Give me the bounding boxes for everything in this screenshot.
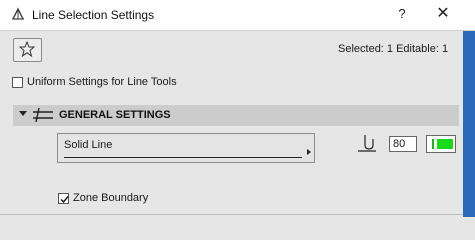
pen-color-swatch: [437, 139, 453, 149]
pen-number-field[interactable]: 80: [389, 136, 417, 152]
chevron-right-icon: [307, 149, 311, 155]
divider: [0, 214, 463, 215]
check-icon: [60, 195, 69, 203]
accent-strip: [463, 31, 475, 217]
app-logo-icon: [10, 7, 26, 23]
favorites-button[interactable]: [13, 38, 42, 62]
uniform-settings-checkbox[interactable]: [12, 76, 23, 88]
collapse-arrow-icon[interactable]: [19, 111, 27, 116]
help-button[interactable]: ?: [392, 4, 412, 24]
zone-boundary-checkbox[interactable]: [58, 192, 69, 204]
general-settings-header[interactable]: GENERAL SETTINGS: [13, 105, 459, 126]
close-button[interactable]: ✕: [433, 4, 453, 24]
uniform-settings-row[interactable]: Uniform Settings for Line Tools: [12, 76, 177, 88]
star-icon: [19, 41, 35, 57]
section-title: GENERAL SETTINGS: [59, 109, 171, 121]
line-tool-icon: [32, 107, 54, 125]
zone-boundary-label: Zone Boundary: [73, 192, 149, 204]
line-type-selector[interactable]: Solid Line: [57, 133, 315, 163]
pen-color-button[interactable]: [426, 135, 456, 153]
window-title: Line Selection Settings: [32, 8, 155, 22]
uniform-settings-label: Uniform Settings for Line Tools: [27, 76, 177, 88]
selection-status: Selected: 1 Editable: 1: [338, 43, 449, 55]
line-preview: [64, 157, 302, 158]
line-type-label: Solid Line: [64, 139, 113, 151]
title-bar: Line Selection Settings ? ✕: [0, 0, 475, 31]
zone-boundary-row[interactable]: Zone Boundary: [58, 192, 148, 204]
pen-color-bar: [432, 139, 434, 149]
pen-icon: [355, 133, 379, 156]
